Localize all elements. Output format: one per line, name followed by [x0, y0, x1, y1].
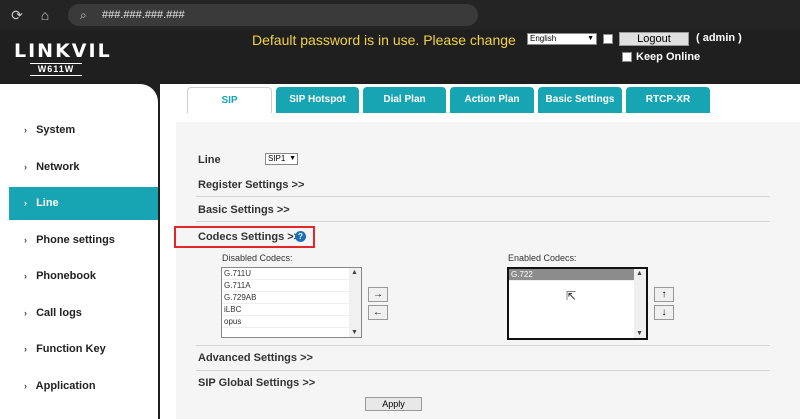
sip-global-settings-link[interactable]: SIP Global Settings >>: [198, 377, 315, 389]
sidebar-item-label: Phonebook: [36, 270, 96, 282]
apply-button[interactable]: Apply: [365, 397, 422, 411]
list-item[interactable]: G.711A: [222, 280, 349, 292]
sidebar: › System › Network › Line › Phone settin…: [0, 84, 160, 419]
enabled-codecs-caption: Enabled Codecs:: [508, 253, 577, 263]
line-value: SIP1: [268, 154, 286, 163]
chevron-down-icon: ▼: [587, 35, 594, 42]
tab-rtcp-xr[interactable]: RTCP-XR: [626, 87, 710, 113]
sidebar-item-phone-settings[interactable]: › Phone settings: [0, 224, 158, 257]
register-settings-link[interactable]: Register Settings >>: [198, 179, 304, 191]
logout-button[interactable]: Logout: [619, 32, 689, 46]
sidebar-item-function-key[interactable]: › Function Key: [0, 333, 158, 366]
chevron-right-icon: ›: [24, 235, 27, 245]
move-down-button[interactable]: ↓: [654, 305, 674, 320]
tab-dial-plan[interactable]: Dial Plan: [363, 87, 446, 113]
tab-sip[interactable]: SIP: [187, 87, 272, 113]
scroll-up-icon[interactable]: ▲: [351, 269, 358, 276]
basic-settings-link[interactable]: Basic Settings >>: [198, 204, 290, 216]
scrollbar[interactable]: ▲ ▼: [634, 269, 646, 338]
line-select[interactable]: SIP1 ▼: [265, 153, 298, 165]
tab-action-plan[interactable]: Action Plan: [450, 87, 534, 113]
logo: LINKVIL W611W: [14, 40, 112, 76]
list-item[interactable]: G.722: [509, 269, 634, 281]
logo-model: W611W: [30, 63, 82, 76]
chevron-right-icon: ›: [24, 125, 27, 135]
search-icon: ⌕: [80, 8, 87, 22]
chevron-right-icon: ›: [24, 381, 27, 391]
sidebar-item-line[interactable]: › Line: [9, 187, 158, 220]
sidebar-item-label: Network: [36, 161, 80, 173]
tab-sip-hotspot[interactable]: SIP Hotspot: [276, 87, 359, 113]
browser-toolbar: ⟳ ⌂ ⌕ ###.###.###.###: [0, 0, 800, 30]
tab-basic-settings[interactable]: Basic Settings: [538, 87, 622, 113]
sidebar-item-label: Line: [36, 197, 59, 209]
disabled-codecs-list[interactable]: G.711U G.711A G.729AB iLBC opus ▲ ▼: [221, 267, 362, 338]
user-label: ( admin ): [696, 32, 742, 44]
mouse-cursor-icon: ⇱: [566, 289, 577, 303]
keep-online-checkbox[interactable]: [622, 52, 632, 62]
sidebar-item-label: Call logs: [36, 307, 82, 319]
advanced-settings-link[interactable]: Advanced Settings >>: [198, 352, 313, 364]
sidebar-item-label: System: [36, 124, 76, 136]
language-checkbox[interactable]: [603, 34, 613, 44]
logo-text: LINKVIL: [14, 40, 112, 62]
enabled-codecs-list[interactable]: G.722 ▲ ▼: [507, 267, 648, 340]
divider: [196, 196, 770, 197]
scroll-up-icon[interactable]: ▲: [636, 270, 643, 277]
list-item[interactable]: G.711U: [222, 268, 349, 280]
divider: [196, 370, 770, 371]
chevron-right-icon: ›: [24, 271, 27, 281]
chevron-down-icon: ▼: [289, 155, 296, 162]
chevron-right-icon: ›: [24, 162, 27, 172]
sidebar-item-network[interactable]: › Network: [0, 151, 158, 184]
divider: [196, 345, 770, 346]
move-up-button[interactable]: ↑: [654, 287, 674, 302]
sidebar-item-label: Function Key: [36, 343, 106, 355]
refresh-icon[interactable]: ⟳: [8, 6, 26, 24]
scroll-down-icon[interactable]: ▼: [351, 329, 358, 336]
sidebar-item-system[interactable]: › System: [0, 114, 158, 147]
sidebar-item-label: Phone settings: [36, 234, 115, 246]
list-item[interactable]: G.729AB: [222, 292, 349, 304]
codecs-settings-link[interactable]: Codecs Settings >>: [198, 231, 300, 243]
keep-online-label: Keep Online: [636, 51, 701, 63]
list-item[interactable]: iLBC: [222, 304, 349, 316]
chevron-right-icon: ›: [24, 308, 27, 318]
scroll-down-icon[interactable]: ▼: [636, 330, 643, 337]
chevron-right-icon: ›: [24, 344, 27, 354]
sidebar-item-phonebook[interactable]: › Phonebook: [0, 260, 158, 293]
language-select[interactable]: English ▼: [527, 33, 597, 45]
sidebar-item-label: Application: [35, 380, 96, 392]
scrollbar[interactable]: ▲ ▼: [349, 268, 361, 337]
chevron-right-icon: ›: [24, 198, 27, 208]
language-value: English: [530, 34, 557, 43]
sidebar-item-call-logs[interactable]: › Call logs: [0, 297, 158, 330]
url-text: ###.###.###.###: [102, 9, 185, 21]
sidebar-panel: › System › Network › Line › Phone settin…: [0, 84, 158, 419]
home-icon[interactable]: ⌂: [36, 6, 54, 24]
list-item[interactable]: opus: [222, 316, 349, 328]
move-left-button[interactable]: ←: [368, 305, 388, 320]
address-bar[interactable]: ⌕ ###.###.###.###: [68, 4, 478, 26]
divider: [196, 221, 770, 222]
password-warning: Default password is in use. Please chang…: [252, 32, 516, 48]
line-label: Line: [198, 154, 221, 166]
app-header: LINKVIL W611W Default password is in use…: [0, 30, 800, 84]
move-right-button[interactable]: →: [368, 287, 388, 302]
help-icon[interactable]: ?: [295, 231, 306, 242]
disabled-codecs-caption: Disabled Codecs:: [222, 253, 293, 263]
sidebar-item-application[interactable]: › Application: [0, 370, 158, 403]
